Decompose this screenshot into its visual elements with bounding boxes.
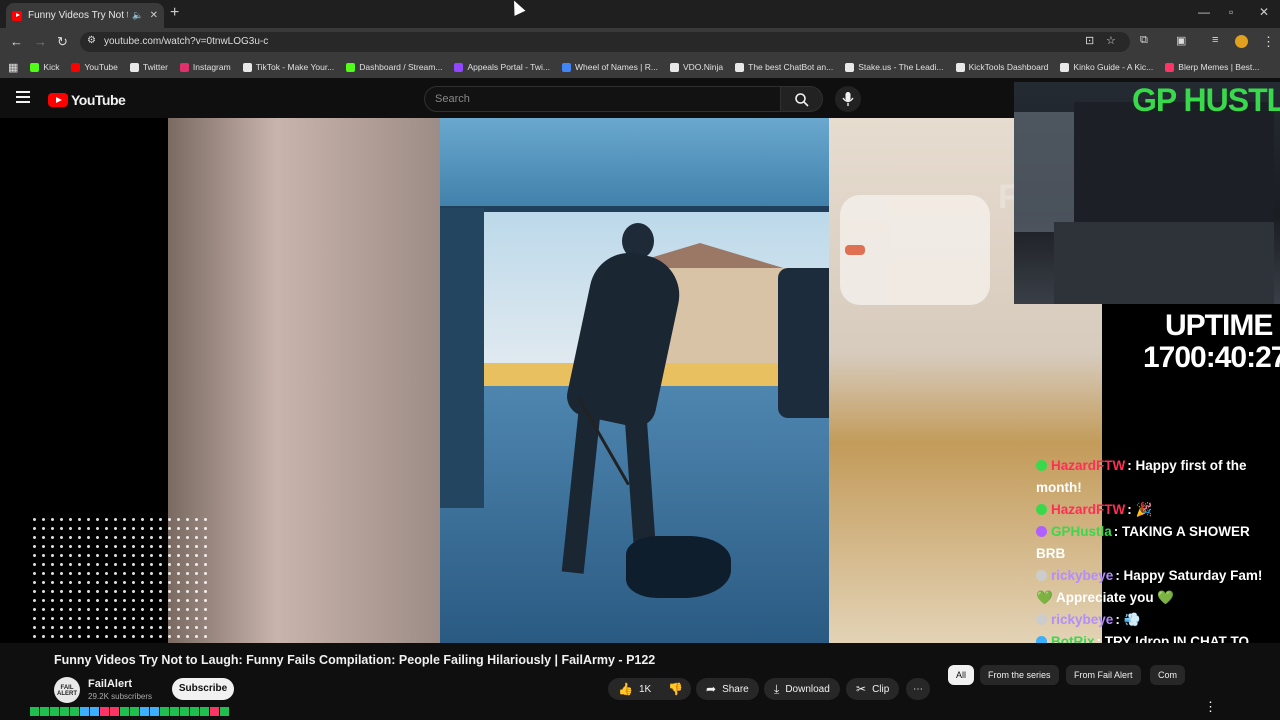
chip-from-channel[interactable]: From Fail Alert (1066, 665, 1141, 685)
voice-search-button[interactable] (835, 86, 861, 112)
scissors-icon: ✂ (856, 682, 867, 696)
bookmark-kick[interactable]: Kick (30, 62, 59, 72)
microphone-icon (842, 92, 854, 106)
bookmark-kicktools[interactable]: KickTools Dashboard (955, 62, 1048, 72)
verified-badge-icon (1036, 504, 1047, 515)
chat-message: HazardFTW: 🎉 (1036, 499, 1280, 521)
bookmarks-bar: ▦ Kick YouTube Twitter Instagram TikTok … (0, 56, 1280, 78)
dislike-button[interactable]: 👎 (660, 678, 691, 700)
url-text[interactable]: youtube.com/watch?v=0tnwLOG3u-c (104, 36, 268, 47)
bookmark-instagram[interactable]: Instagram (179, 62, 231, 72)
channel-name[interactable]: FailAlert (88, 678, 132, 690)
chat-message: HazardFTW: Happy first of the month! (1036, 458, 1247, 495)
subscribe-button[interactable]: Subscribe (172, 678, 234, 700)
youtube-favicon-icon (12, 10, 22, 21)
extensions-icon[interactable]: ⧉ (1140, 34, 1148, 47)
more-actions-button[interactable]: ⋯ (906, 678, 930, 700)
chat-message: GPHustla: TAKING A SHOWER BRB (1036, 524, 1250, 561)
search-icon (795, 93, 809, 107)
speaker-icon[interactable]: 🔈 (132, 10, 143, 21)
youtube-play-icon (48, 93, 68, 107)
bookmark-blerp[interactable]: Blerp Memes | Best... (1165, 62, 1259, 72)
search-input[interactable]: Search (424, 86, 781, 112)
badge-strip (30, 707, 229, 718)
download-button[interactable]: ⤓ Download (764, 678, 840, 700)
close-window-icon[interactable]: ✕ (1259, 5, 1269, 19)
thumbs-up-icon: 👍 (618, 682, 633, 696)
media-icon[interactable]: ≡ (1212, 34, 1218, 46)
more-horizontal-icon: ⋯ (913, 683, 923, 695)
minimize-icon[interactable]: — (1198, 5, 1210, 19)
bookmark-twitter[interactable]: Twitter (129, 62, 168, 72)
maximize-icon[interactable]: ▫ (1229, 5, 1233, 19)
chip-more[interactable]: Com (1150, 665, 1186, 685)
hamburger-menu-icon[interactable] (16, 91, 30, 106)
streamer-name: GP HUSTLA (1132, 82, 1280, 118)
apps-grid-icon[interactable]: ▦ (8, 61, 18, 74)
channel-avatar[interactable]: FAIL ALERT (54, 677, 80, 703)
parked-truck (778, 268, 829, 418)
chip-all[interactable]: All (948, 665, 975, 685)
uptime-label: UPTIME (1165, 309, 1273, 342)
browser-tab[interactable]: Funny Videos Try Not to Laugh 🔈 ✕ (6, 3, 164, 28)
sidepanel-icon[interactable]: ▣ (1176, 34, 1186, 47)
bookmark-star-icon[interactable]: ☆ (1106, 34, 1116, 47)
download-icon: ⤓ (774, 681, 780, 696)
forward-icon[interactable]: → (34, 34, 47, 49)
bookmark-vdo-ninja[interactable]: VDO.Ninja (669, 62, 723, 72)
browser-tab-strip (0, 0, 1280, 28)
bookmark-appeals[interactable]: Appeals Portal - Twi... (454, 62, 550, 72)
subscriber-count: 29.2K subscribers (88, 692, 153, 701)
uptime-value: 1700:40:27 (1143, 341, 1280, 374)
user-badge-icon (1036, 614, 1047, 625)
search-button[interactable] (781, 86, 823, 112)
user-badge-icon (1036, 570, 1047, 581)
clip-button[interactable]: ✂ Clip (846, 678, 900, 700)
broadcaster-badge-icon (1036, 526, 1047, 537)
share-button[interactable]: ➦ Share (696, 678, 759, 700)
dotted-overlay-decoration (30, 515, 210, 643)
bookmark-dashboard[interactable]: Dashboard / Stream... (346, 62, 442, 72)
tab-title: Funny Videos Try Not to Laugh (28, 10, 128, 21)
bookmark-youtube[interactable]: YouTube (71, 62, 118, 72)
new-tab-icon[interactable]: + (170, 4, 179, 22)
towel-on-floor (626, 536, 731, 598)
close-tab-icon[interactable]: ✕ (150, 10, 158, 21)
bookmark-stake[interactable]: Stake.us - The Leadi... (845, 62, 944, 72)
reload-icon[interactable]: ↻ (57, 34, 68, 50)
menu-kebab-icon[interactable]: ⋮ (1262, 34, 1275, 50)
blurred-car (840, 195, 990, 305)
bookmark-kinko[interactable]: Kinko Guide - A Kic... (1060, 62, 1153, 72)
verified-badge-icon (1036, 460, 1047, 471)
chat-message: rickybeye: Happy Saturday Fam! 💚 Appreci… (1036, 568, 1263, 605)
thumbs-down-icon: 👎 (668, 682, 683, 696)
video-frame[interactable] (440, 118, 829, 643)
bookmark-chatbot[interactable]: The best ChatBot an... (735, 62, 833, 72)
profile-avatar[interactable] (1235, 35, 1248, 48)
share-icon: ➦ (706, 682, 717, 696)
bookmark-tiktok[interactable]: TikTok - Make Your... (242, 62, 334, 72)
youtube-logo[interactable]: YouTube (48, 92, 126, 108)
install-app-icon[interactable]: ⊡ (1085, 34, 1094, 47)
more-vertical-icon[interactable]: ⋮ (1204, 699, 1217, 715)
chip-from-series[interactable]: From the series (980, 665, 1059, 685)
site-info-icon[interactable]: ⚙ (87, 35, 96, 46)
back-icon[interactable]: ← (10, 34, 23, 49)
bookmark-wheel[interactable]: Wheel of Names | R... (561, 62, 658, 72)
youtube-wordmark: YouTube (71, 92, 126, 108)
garage-wall (440, 208, 484, 508)
video-title: Funny Videos Try Not to Laugh: Funny Fai… (54, 653, 656, 667)
like-button[interactable]: 👍 1K (608, 678, 662, 700)
garage-door (440, 118, 829, 213)
chat-message: rickybeye: 💨 (1036, 609, 1280, 631)
